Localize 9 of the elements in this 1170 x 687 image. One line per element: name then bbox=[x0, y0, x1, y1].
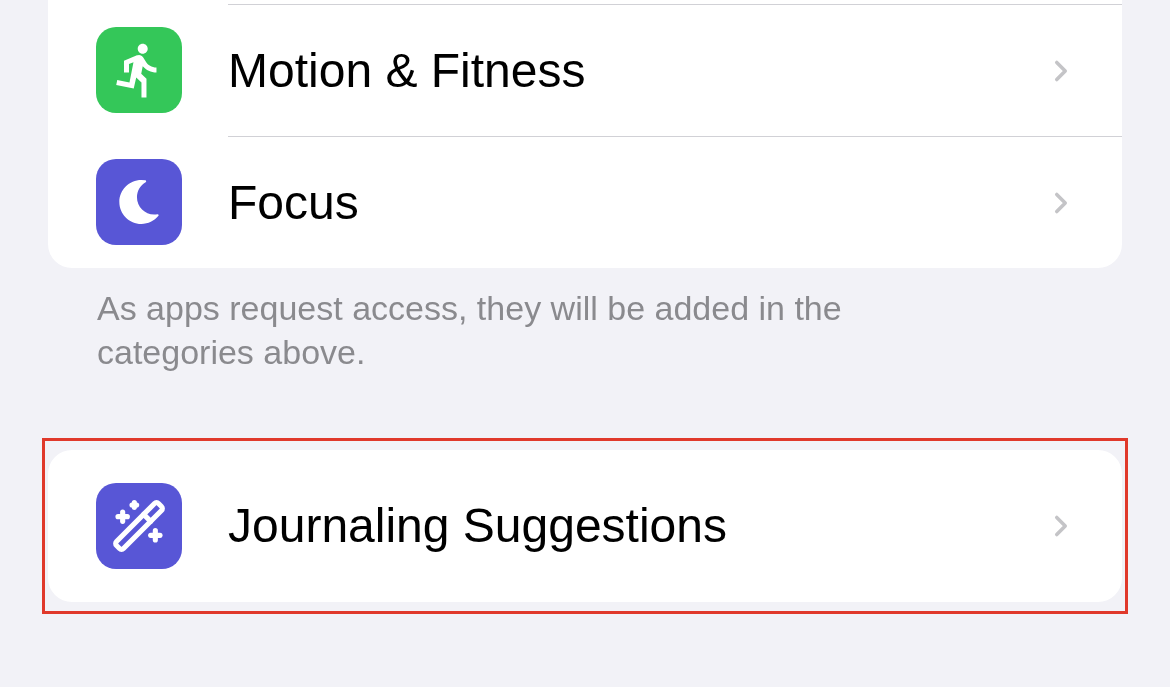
settings-row[interactable]: Motion & Fitness bbox=[48, 4, 1122, 136]
footer-note: As apps request access, they will be added in the categories above. bbox=[97, 288, 843, 373]
settings-row[interactable]: Focus bbox=[48, 136, 1122, 268]
moon-icon bbox=[117, 180, 161, 224]
row-label: Journaling Suggestions bbox=[228, 498, 728, 554]
settings-row[interactable]: Journaling Suggestions bbox=[48, 460, 1122, 592]
row-label: Focus bbox=[228, 174, 360, 231]
magic-wand-icon bbox=[111, 498, 167, 554]
row-label: Motion & Fitness bbox=[228, 42, 587, 99]
